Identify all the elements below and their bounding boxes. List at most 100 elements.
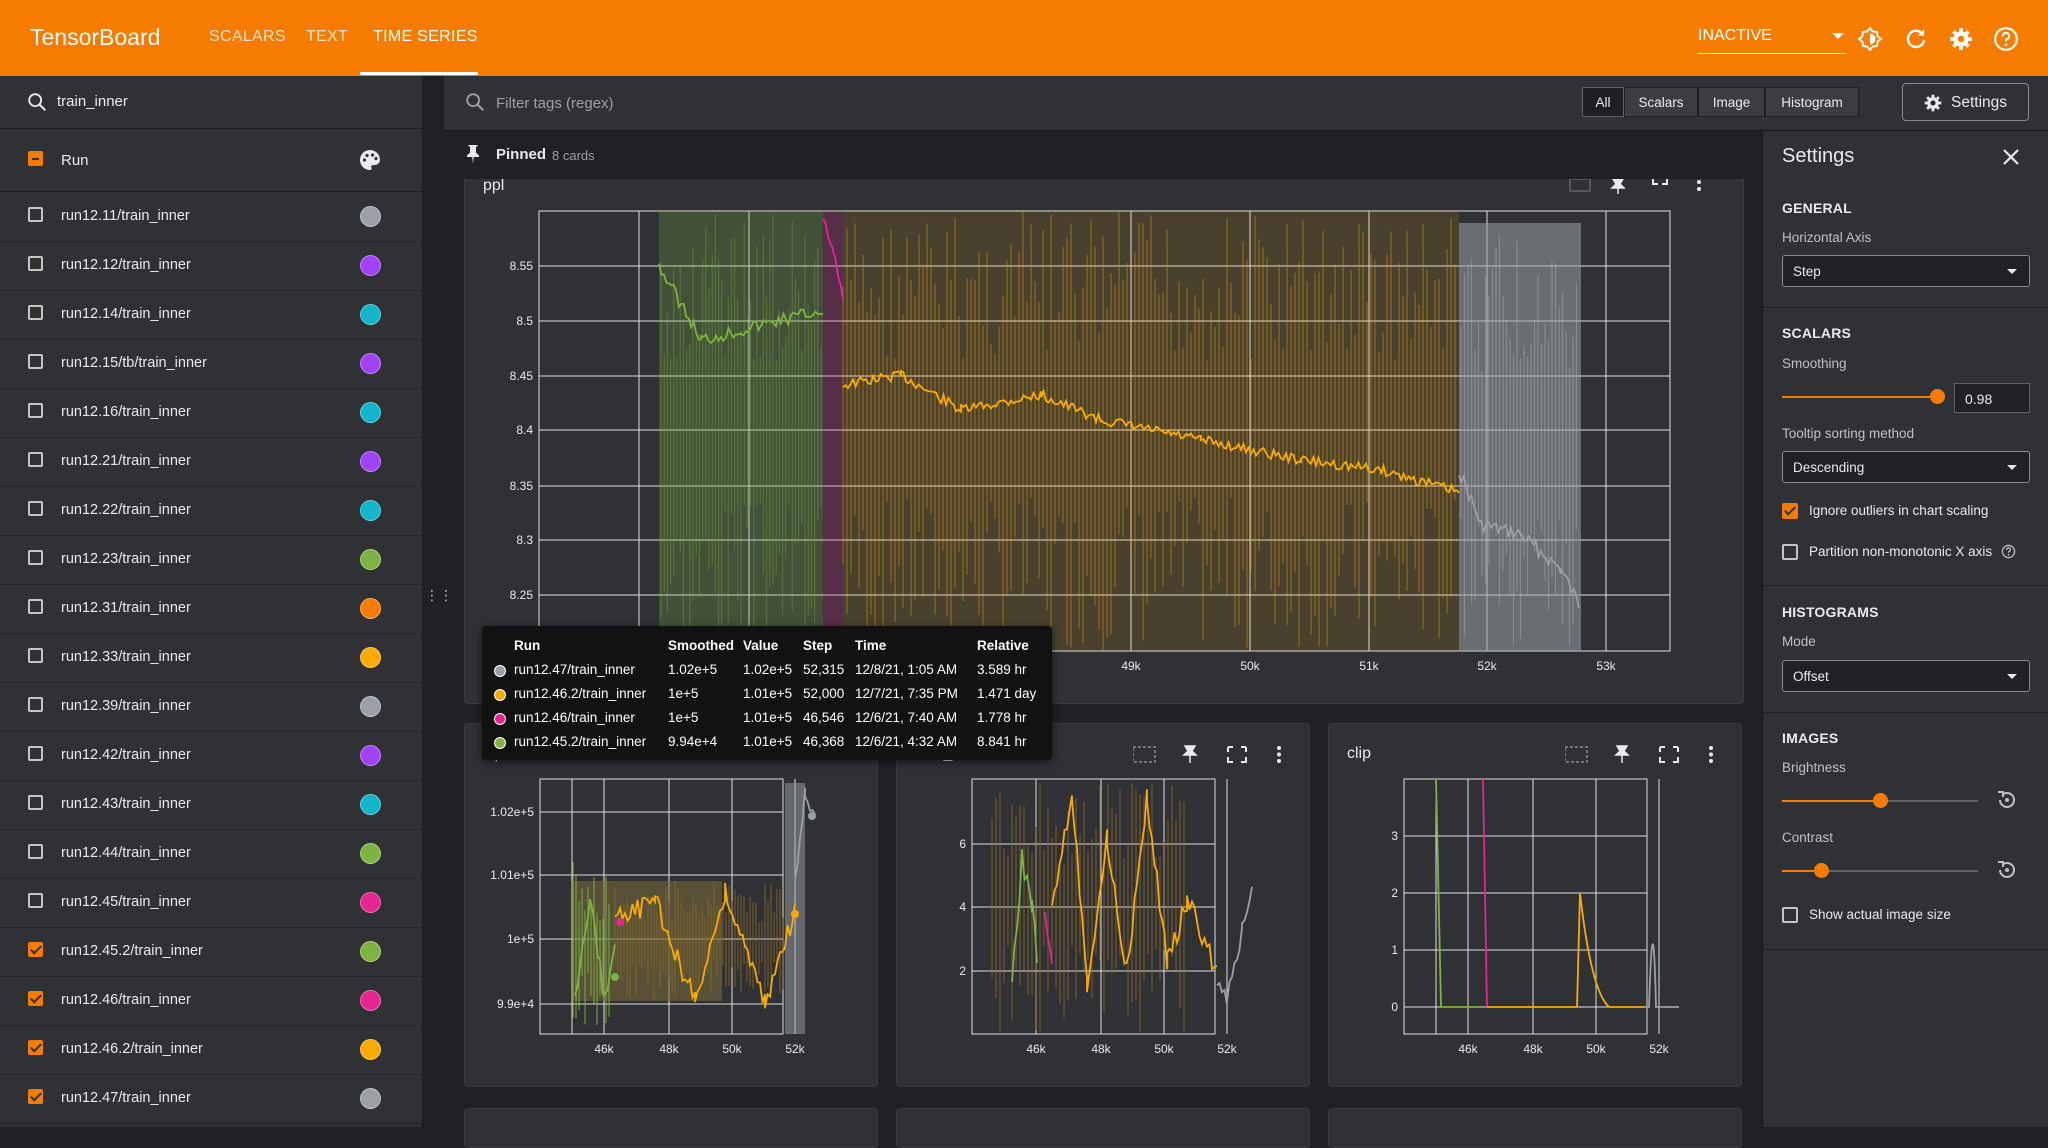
histogram-mode-select[interactable]: Offset: [1782, 660, 2030, 692]
loss-scale-chart[interactable]: 6 4 2 46k 48k 50k 52k: [897, 724, 1310, 1087]
run-checkbox[interactable]: [28, 893, 43, 908]
brightness-slider-thumb[interactable]: [1873, 793, 1888, 808]
run-color-swatch[interactable]: [360, 892, 381, 913]
palette-icon[interactable]: [358, 148, 382, 172]
run-color-swatch[interactable]: [360, 549, 381, 570]
wps-chart[interactable]: 1.02e+5 1.01e+5 1e+5 9.9e+4 46k 48k 50k 52k: [465, 724, 878, 1087]
reset-brightness-icon[interactable]: [1995, 788, 2019, 812]
run-row[interactable]: run12.47/train_inner: [0, 1074, 422, 1124]
run-checkbox[interactable]: [28, 1089, 43, 1104]
run-row[interactable]: run12.23/train_inner: [0, 535, 422, 585]
run-color-swatch[interactable]: [360, 255, 381, 276]
run-color-swatch[interactable]: [360, 353, 381, 374]
run-checkbox[interactable]: [28, 501, 43, 516]
run-checkbox[interactable]: [28, 795, 43, 810]
tab-time-series[interactable]: TIME SERIES: [373, 28, 478, 46]
run-row[interactable]: run12.31/train_inner: [0, 584, 422, 634]
run-color-swatch[interactable]: [360, 500, 381, 521]
partition-checkbox[interactable]: [1782, 544, 1798, 560]
run-checkbox[interactable]: [28, 648, 43, 663]
run-color-swatch[interactable]: [360, 402, 381, 423]
run-color-swatch[interactable]: [360, 990, 381, 1011]
run-row[interactable]: run12.44/train_inner: [0, 829, 422, 879]
reload-status-select[interactable]: INACTIVE: [1698, 27, 1846, 54]
refresh-icon[interactable]: [1903, 26, 1929, 52]
tag-filter-input[interactable]: Filter tags (regex): [496, 95, 614, 112]
run-color-swatch[interactable]: [360, 794, 381, 815]
runs-filter[interactable]: train_inner: [0, 76, 422, 129]
run-color-swatch[interactable]: [360, 206, 381, 227]
run-checkbox[interactable]: [28, 746, 43, 761]
smoothing-label: Smoothing: [1782, 356, 1847, 371]
run-row[interactable]: run12.45.2/train_inner: [0, 927, 422, 977]
panel-resize-handle[interactable]: ⋮⋮: [425, 588, 453, 602]
gear-icon[interactable]: [1948, 26, 1974, 52]
run-checkbox[interactable]: [28, 844, 43, 859]
tab-text[interactable]: TEXT: [306, 28, 348, 46]
run-checkbox[interactable]: [28, 991, 43, 1006]
help-icon[interactable]: [1993, 26, 2019, 52]
run-row[interactable]: run12.33/train_inner: [0, 633, 422, 683]
close-icon[interactable]: [2001, 147, 2021, 167]
clip-chart[interactable]: 3 2 1 0 46k 48k 50k 52k: [1329, 724, 1742, 1087]
smoothing-slider-thumb[interactable]: [1929, 389, 1945, 404]
run-checkbox[interactable]: [28, 452, 43, 467]
run-checkbox[interactable]: [28, 550, 43, 565]
filter-all-button[interactable]: All: [1582, 87, 1624, 117]
select-all-runs-checkbox[interactable]: [28, 151, 43, 166]
run-color-swatch[interactable]: [360, 696, 381, 717]
help-icon[interactable]: [2001, 544, 2016, 559]
reset-contrast-icon[interactable]: [1995, 858, 2019, 882]
run-row[interactable]: run12.16/train_inner: [0, 388, 422, 438]
brightness-icon[interactable]: [1857, 26, 1883, 52]
run-checkbox[interactable]: [28, 354, 43, 369]
run-color-swatch[interactable]: [360, 745, 381, 766]
contrast-slider-thumb[interactable]: [1814, 863, 1830, 878]
run-color-swatch[interactable]: [360, 843, 381, 864]
run-checkbox[interactable]: [28, 403, 43, 418]
run-row[interactable]: run12.42/train_inner: [0, 731, 422, 781]
actual-size-label: Show actual image size: [1809, 907, 1951, 922]
filter-scalars-button[interactable]: Scalars: [1624, 87, 1698, 117]
tooltip-sort-select[interactable]: Descending: [1782, 451, 2030, 483]
run-row[interactable]: run12.15/tb/train_inner: [0, 339, 422, 389]
run-checkbox[interactable]: [28, 256, 43, 271]
run-checkbox[interactable]: [28, 305, 43, 320]
tooltip-header-relative: Relative: [977, 638, 1029, 653]
run-color-swatch[interactable]: [360, 1039, 381, 1060]
filter-image-button[interactable]: Image: [1698, 87, 1765, 117]
chart-card-next: [1328, 1108, 1742, 1148]
run-row[interactable]: run12.12/train_inner: [0, 241, 422, 291]
actual-size-checkbox[interactable]: [1782, 907, 1798, 923]
smoothing-input[interactable]: 0.98: [1954, 383, 2030, 413]
run-color-swatch[interactable]: [360, 598, 381, 619]
run-row[interactable]: run12.22/train_inner: [0, 486, 422, 536]
run-row[interactable]: run12.39/train_inner: [0, 682, 422, 732]
run-row[interactable]: run12.45/train_inner: [0, 878, 422, 928]
run-checkbox[interactable]: [28, 942, 43, 957]
contrast-label: Contrast: [1782, 830, 1834, 845]
run-row[interactable]: run12.46.2/train_inner: [0, 1025, 422, 1075]
run-color-swatch[interactable]: [360, 1088, 381, 1109]
tab-scalars[interactable]: SCALARS: [209, 28, 286, 46]
run-name: run12.47/train_inner: [61, 1090, 191, 1106]
run-row[interactable]: run12.46/train_inner: [0, 976, 422, 1026]
run-color-swatch[interactable]: [360, 941, 381, 962]
run-checkbox[interactable]: [28, 1040, 43, 1055]
run-checkbox[interactable]: [28, 207, 43, 222]
horizontal-axis-select[interactable]: Step: [1782, 255, 2030, 287]
run-row[interactable]: run12.43/train_inner: [0, 780, 422, 830]
run-row[interactable]: run12.14/train_inner: [0, 290, 422, 340]
run-row[interactable]: run12.11/train_inner: [0, 192, 422, 242]
run-color-swatch[interactable]: [360, 451, 381, 472]
run-color-swatch[interactable]: [360, 647, 381, 668]
run-color-swatch[interactable]: [360, 304, 381, 325]
runs-filter-input[interactable]: train_inner: [57, 93, 128, 110]
run-row[interactable]: run12.21/train_inner: [0, 437, 422, 487]
filter-histogram-button[interactable]: Histogram: [1765, 87, 1859, 117]
run-checkbox[interactable]: [28, 697, 43, 712]
tooltip-header-run: Run: [514, 638, 541, 653]
ignore-outliers-checkbox[interactable]: [1782, 503, 1798, 519]
run-checkbox[interactable]: [28, 599, 43, 614]
settings-button[interactable]: Settings: [1902, 83, 2029, 121]
